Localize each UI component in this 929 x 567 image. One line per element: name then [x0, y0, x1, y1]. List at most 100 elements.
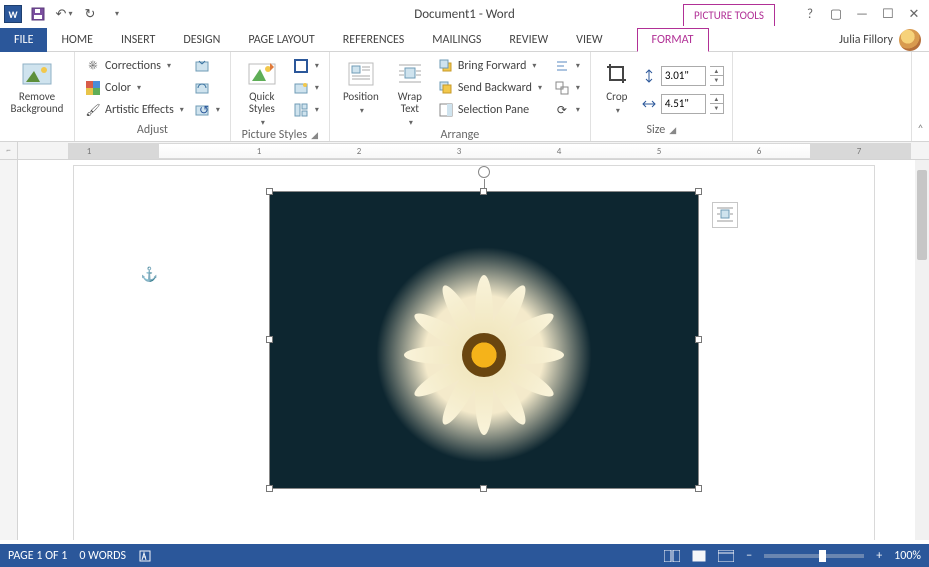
chevron-down-icon: ▾: [180, 105, 184, 115]
selection-pane-icon: [438, 102, 454, 118]
maximize-button[interactable]: ☐: [879, 5, 897, 23]
group-background: Remove Background: [0, 52, 75, 141]
resize-handle-bl[interactable]: [266, 485, 273, 492]
width-spinner[interactable]: ▲▼: [710, 94, 724, 114]
width-field: ▲▼: [641, 93, 724, 115]
corrections-button[interactable]: ☀Corrections▾: [83, 56, 186, 76]
anchor-icon: ⚓: [141, 266, 158, 283]
resize-handle-br[interactable]: [695, 485, 702, 492]
chevron-down-icon: ▾: [315, 83, 319, 93]
crop-button[interactable]: Crop ▾: [599, 56, 635, 123]
collapse-ribbon-button[interactable]: ˄: [911, 52, 929, 141]
tab-format[interactable]: FORMAT: [637, 28, 709, 52]
change-picture-button[interactable]: [192, 78, 222, 98]
tab-home[interactable]: HOME: [47, 28, 107, 52]
height-icon: [641, 68, 657, 84]
zoom-level[interactable]: 100%: [894, 549, 921, 563]
vertical-scrollbar[interactable]: [915, 160, 929, 540]
print-layout-button[interactable]: [692, 550, 706, 562]
redo-button[interactable]: ↻: [80, 4, 100, 24]
position-button[interactable]: Position ▾: [338, 56, 384, 128]
zoom-slider[interactable]: [764, 554, 864, 558]
selection-pane-button[interactable]: Selection Pane: [436, 100, 546, 120]
tab-insert[interactable]: INSERT: [107, 28, 169, 52]
picture-tools-context-label: PICTURE TOOLS: [683, 4, 775, 26]
rotate-handle[interactable]: [478, 166, 490, 178]
quick-access-toolbar: W ↶▾ ↻ ▾: [0, 4, 126, 24]
group-size: Crop ▾ ▲▼ ▲▼ Size◢: [591, 52, 733, 141]
artistic-effects-button[interactable]: 🖌Artistic Effects▾: [83, 100, 186, 120]
picture-effects-button[interactable]: ▾: [291, 78, 321, 98]
tab-mailings[interactable]: MAILINGS: [418, 28, 495, 52]
undo-button[interactable]: ↶▾: [54, 4, 74, 24]
qat-customize-button[interactable]: ▾: [106, 4, 126, 24]
width-input[interactable]: [661, 94, 706, 114]
horizontal-ruler[interactable]: ⌐ 1 1 2 3 4 5 6 7: [0, 142, 929, 160]
height-spinner[interactable]: ▲▼: [710, 66, 724, 86]
ribbon-display-options-button[interactable]: ▢: [827, 5, 845, 23]
resize-handle-tl[interactable]: [266, 188, 273, 195]
close-button[interactable]: ✕: [905, 5, 923, 23]
help-button[interactable]: ?: [801, 5, 819, 23]
color-button[interactable]: Color▾: [83, 78, 186, 98]
bring-forward-button[interactable]: Bring Forward▾: [436, 56, 546, 76]
tab-design[interactable]: DESIGN: [169, 28, 234, 52]
tab-references[interactable]: REFERENCES: [329, 28, 419, 52]
spinner-up[interactable]: ▲: [710, 95, 723, 105]
resize-handle-mr[interactable]: [695, 336, 702, 343]
compress-pictures-button[interactable]: [192, 56, 222, 76]
remove-background-button[interactable]: Remove Background: [8, 56, 66, 115]
send-backward-icon: [438, 80, 454, 96]
picture-border-icon: [293, 58, 309, 74]
rotate-icon: ⟳: [554, 102, 570, 118]
quick-styles-button[interactable]: Quick Styles ▾: [239, 56, 285, 128]
spinner-up[interactable]: ▲: [710, 67, 723, 77]
height-input[interactable]: [661, 66, 706, 86]
align-button[interactable]: ▾: [552, 56, 582, 76]
read-mode-button[interactable]: [664, 550, 680, 562]
rotate-button[interactable]: ⟳▾: [552, 100, 582, 120]
resize-handle-ml[interactable]: [266, 336, 273, 343]
picture-content: [270, 192, 698, 488]
minimize-button[interactable]: —: [853, 5, 871, 23]
spelling-status-button[interactable]: [138, 549, 152, 563]
save-button[interactable]: [28, 4, 48, 24]
account-button[interactable]: Julia Fillory: [831, 28, 929, 52]
change-picture-icon: [194, 80, 210, 96]
picture-border-button[interactable]: ▾: [291, 56, 321, 76]
word-count[interactable]: 0 WORDS: [79, 549, 126, 563]
zoom-in-button[interactable]: +: [876, 549, 882, 563]
layout-options-button[interactable]: [712, 202, 738, 228]
resize-handle-tm[interactable]: [480, 188, 487, 195]
tab-file[interactable]: FILE: [0, 28, 47, 52]
reset-picture-icon: ↺: [194, 102, 210, 118]
page[interactable]: ⚓: [74, 166, 874, 540]
web-layout-button[interactable]: [718, 550, 734, 562]
svg-text:↺: ↺: [199, 104, 209, 117]
document-area[interactable]: ⚓: [18, 160, 929, 540]
picture-effects-icon: [293, 80, 309, 96]
reset-picture-button[interactable]: ↺▾: [192, 100, 222, 120]
picture-styles-launcher[interactable]: ◢: [311, 130, 318, 141]
page-indicator[interactable]: PAGE 1 OF 1: [8, 549, 67, 563]
tab-view[interactable]: VIEW: [562, 28, 616, 52]
picture-layout-button[interactable]: ▾: [291, 100, 321, 120]
size-launcher[interactable]: ◢: [669, 125, 676, 136]
zoom-out-button[interactable]: −: [746, 549, 752, 563]
scrollbar-thumb[interactable]: [917, 170, 927, 260]
spinner-down[interactable]: ▼: [710, 104, 723, 113]
chevron-down-icon: ▾: [409, 118, 413, 128]
send-backward-button[interactable]: Send Backward▾: [436, 78, 546, 98]
wrap-text-button[interactable]: Wrap Text ▾: [390, 56, 430, 128]
tab-review[interactable]: REVIEW: [495, 28, 562, 52]
vertical-ruler[interactable]: [0, 160, 18, 540]
tab-page-layout[interactable]: PAGE LAYOUT: [234, 28, 328, 52]
group-objects-button[interactable]: ▾: [552, 78, 582, 98]
resize-handle-bm[interactable]: [480, 485, 487, 492]
width-icon: [641, 96, 657, 112]
zoom-slider-handle[interactable]: [819, 550, 826, 562]
selected-picture[interactable]: [269, 191, 699, 489]
resize-handle-tr[interactable]: [695, 188, 702, 195]
spinner-down[interactable]: ▼: [710, 76, 723, 85]
status-bar: PAGE 1 OF 1 0 WORDS − + 100%: [0, 544, 929, 567]
